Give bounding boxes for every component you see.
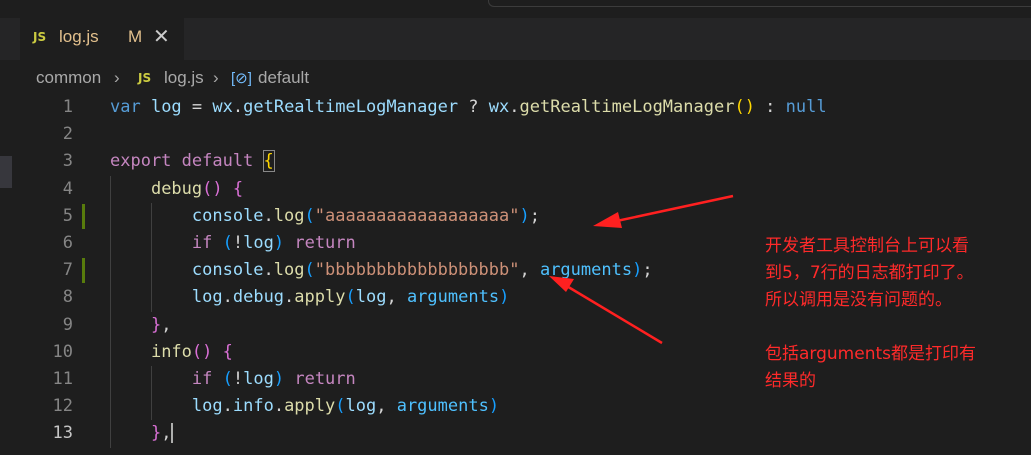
- red-arrow-line7: [549, 276, 663, 345]
- red-arrow-line5: [593, 194, 734, 228]
- annotation-arrows: [549, 194, 734, 345]
